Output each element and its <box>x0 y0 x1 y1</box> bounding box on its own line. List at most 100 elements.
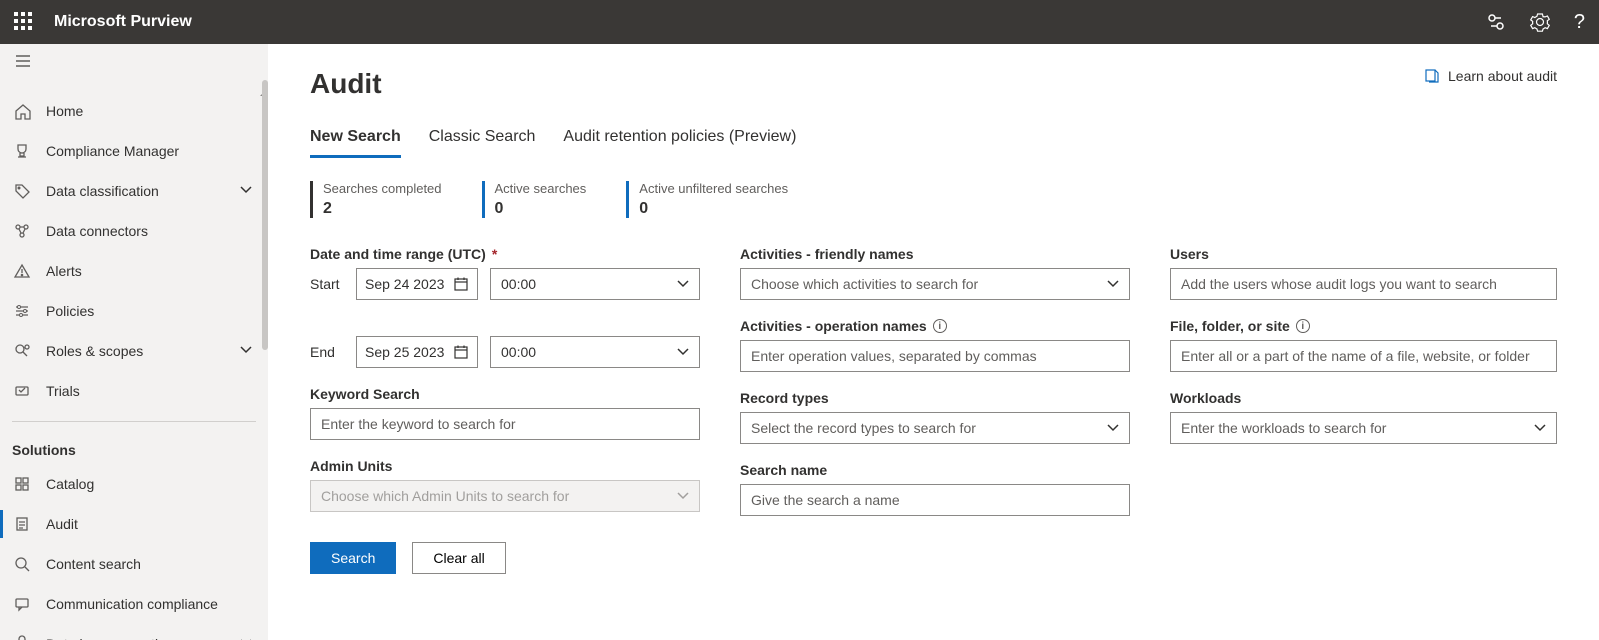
app-title: Microsoft Purview <box>54 13 192 31</box>
sidebar-collapse-button[interactable] <box>0 44 268 79</box>
tabs: New Search Classic Search Audit retention … <box>310 120 1557 159</box>
sliders-icon <box>12 302 32 320</box>
end-time-select[interactable]: 00:00 <box>490 336 700 368</box>
chevron-down-icon <box>677 490 689 502</box>
dlp-icon <box>12 635 32 640</box>
comm-icon <box>12 595 32 613</box>
label-keyword: Keyword Search <box>310 386 700 402</box>
record-types-select[interactable]: Select the record types to search for <box>740 412 1130 444</box>
calendar-icon <box>453 276 469 292</box>
sidebar-item-label: Compliance Manager <box>46 143 256 159</box>
label-date-range: Date and time range (UTC) * <box>310 246 700 262</box>
tab-new-search[interactable]: New Search <box>310 120 401 158</box>
sidebar-item-label: Catalog <box>46 476 256 492</box>
sidebar-item-content-search[interactable]: Content search <box>0 544 268 584</box>
clear-all-button[interactable]: Clear all <box>412 542 505 574</box>
sidebar-divider <box>12 421 256 422</box>
end-date-picker[interactable]: Sep 25 2023 <box>356 336 478 368</box>
stat-value: 0 <box>639 200 788 218</box>
help-icon[interactable]: ? <box>1574 11 1585 34</box>
label-users: Users <box>1170 246 1557 262</box>
chevron-down-icon <box>1534 422 1546 434</box>
label-activities-op: Activities - operation names i <box>740 318 1130 334</box>
tab-classic-search[interactable]: Classic Search <box>429 120 536 158</box>
stat-active-searches: Active searches 0 <box>482 181 587 218</box>
trophy-icon <box>12 142 32 160</box>
calendar-icon <box>453 344 469 360</box>
sidebar-item-alerts[interactable]: Alerts <box>0 251 268 291</box>
info-icon[interactable]: i <box>933 319 947 333</box>
label-search-name: Search name <box>740 462 1130 478</box>
sidebar-item-label: Audit <box>46 516 256 532</box>
chevron-down-icon <box>1107 278 1119 290</box>
sidebar-item-label: Home <box>46 103 256 119</box>
sidebar-nav: Home Compliance Manager Data classificatio… <box>0 44 268 640</box>
stats-row: Searches completed2Active searches0Activ… <box>310 181 1557 218</box>
sidebar-item-label: Data loss prevention <box>46 636 226 640</box>
sidebar-item-audit[interactable]: Audit <box>0 504 268 544</box>
label-activities-friendly: Activities - friendly names <box>740 246 1130 262</box>
sidebar-item-data-loss-prevention[interactable]: Data loss prevention <box>0 624 268 640</box>
file-folder-site-input[interactable] <box>1170 340 1557 372</box>
home-icon <box>12 102 32 120</box>
chevron-down-icon <box>677 346 689 358</box>
workloads-select[interactable]: Enter the workloads to search for <box>1170 412 1557 444</box>
sidebar-item-label: Content search <box>46 556 256 572</box>
activities-op-input[interactable] <box>740 340 1130 372</box>
sidebar-item-label: Communication compliance <box>46 596 256 612</box>
lookup-icon <box>12 342 32 360</box>
stat-label: Active searches <box>495 181 587 196</box>
start-date-picker[interactable]: Sep 24 2023 <box>356 268 478 300</box>
keyword-input[interactable] <box>310 408 700 440</box>
start-time-select[interactable]: 00:00 <box>490 268 700 300</box>
stat-value: 0 <box>495 200 587 218</box>
label-file-folder-site: File, folder, or site i <box>1170 318 1557 334</box>
admin-units-select[interactable]: Choose which Admin Units to search for <box>310 480 700 512</box>
sidebar-scrollbar[interactable] <box>262 80 268 640</box>
activities-friendly-select[interactable]: Choose which activities to search for <box>740 268 1130 300</box>
chevron-down-icon <box>677 278 689 290</box>
sidebar-item-roles-scopes[interactable]: Roles & scopes <box>0 331 268 371</box>
sidebar-section-solutions: Solutions <box>0 432 268 464</box>
sidebar-item-data-connectors[interactable]: Data connectors <box>0 211 268 251</box>
search-name-input[interactable] <box>740 484 1130 516</box>
label-workloads: Workloads <box>1170 390 1557 406</box>
tab-audit-retention-policies-preview-[interactable]: Audit retention policies (Preview) <box>563 120 796 158</box>
top-bar: Microsoft Purview ? <box>0 0 1599 44</box>
sidebar-item-label: Alerts <box>46 263 256 279</box>
chevron-down-icon <box>240 183 256 199</box>
connectors-icon <box>12 222 32 240</box>
audit-icon <box>12 515 32 533</box>
sidebar-item-home[interactable]: Home <box>0 91 268 131</box>
label-start: Start <box>310 276 344 292</box>
users-input[interactable] <box>1170 268 1557 300</box>
search-button[interactable]: Search <box>310 542 396 574</box>
sidebar-item-data-classification[interactable]: Data classification <box>0 171 268 211</box>
stat-value: 2 <box>323 200 442 218</box>
tag-icon <box>12 182 32 200</box>
sidebar-item-trials[interactable]: Trials <box>0 371 268 411</box>
sidebar-item-communication-compliance[interactable]: Communication compliance <box>0 584 268 624</box>
trials-icon <box>12 382 32 400</box>
label-end: End <box>310 344 344 360</box>
alert-icon <box>12 262 32 280</box>
sidebar-item-label: Roles & scopes <box>46 343 226 359</box>
app-launcher-icon[interactable] <box>14 12 34 32</box>
sidebar-item-policies[interactable]: Policies <box>0 291 268 331</box>
chevron-down-icon <box>240 636 256 640</box>
notification-settings-icon[interactable] <box>1486 12 1506 32</box>
main-content: Audit Learn about audit New Search Classi… <box>268 44 1599 640</box>
chevron-down-icon <box>240 343 256 359</box>
sidebar-item-compliance-manager[interactable]: Compliance Manager <box>0 131 268 171</box>
learn-about-audit-link[interactable]: Learn about audit <box>1424 68 1557 84</box>
catalog-icon <box>12 475 32 493</box>
stat-label: Searches completed <box>323 181 442 196</box>
gear-icon[interactable] <box>1530 12 1550 32</box>
sidebar-item-catalog[interactable]: Catalog <box>0 464 268 504</box>
sidebar-item-label: Policies <box>46 303 256 319</box>
page-title: Audit <box>310 68 382 100</box>
info-icon[interactable]: i <box>1296 319 1310 333</box>
sidebar-item-label: Data classification <box>46 183 226 199</box>
stat-active-unfiltered-searches: Active unfiltered searches0 <box>626 181 788 218</box>
sidebar-item-label: Trials <box>46 383 256 399</box>
